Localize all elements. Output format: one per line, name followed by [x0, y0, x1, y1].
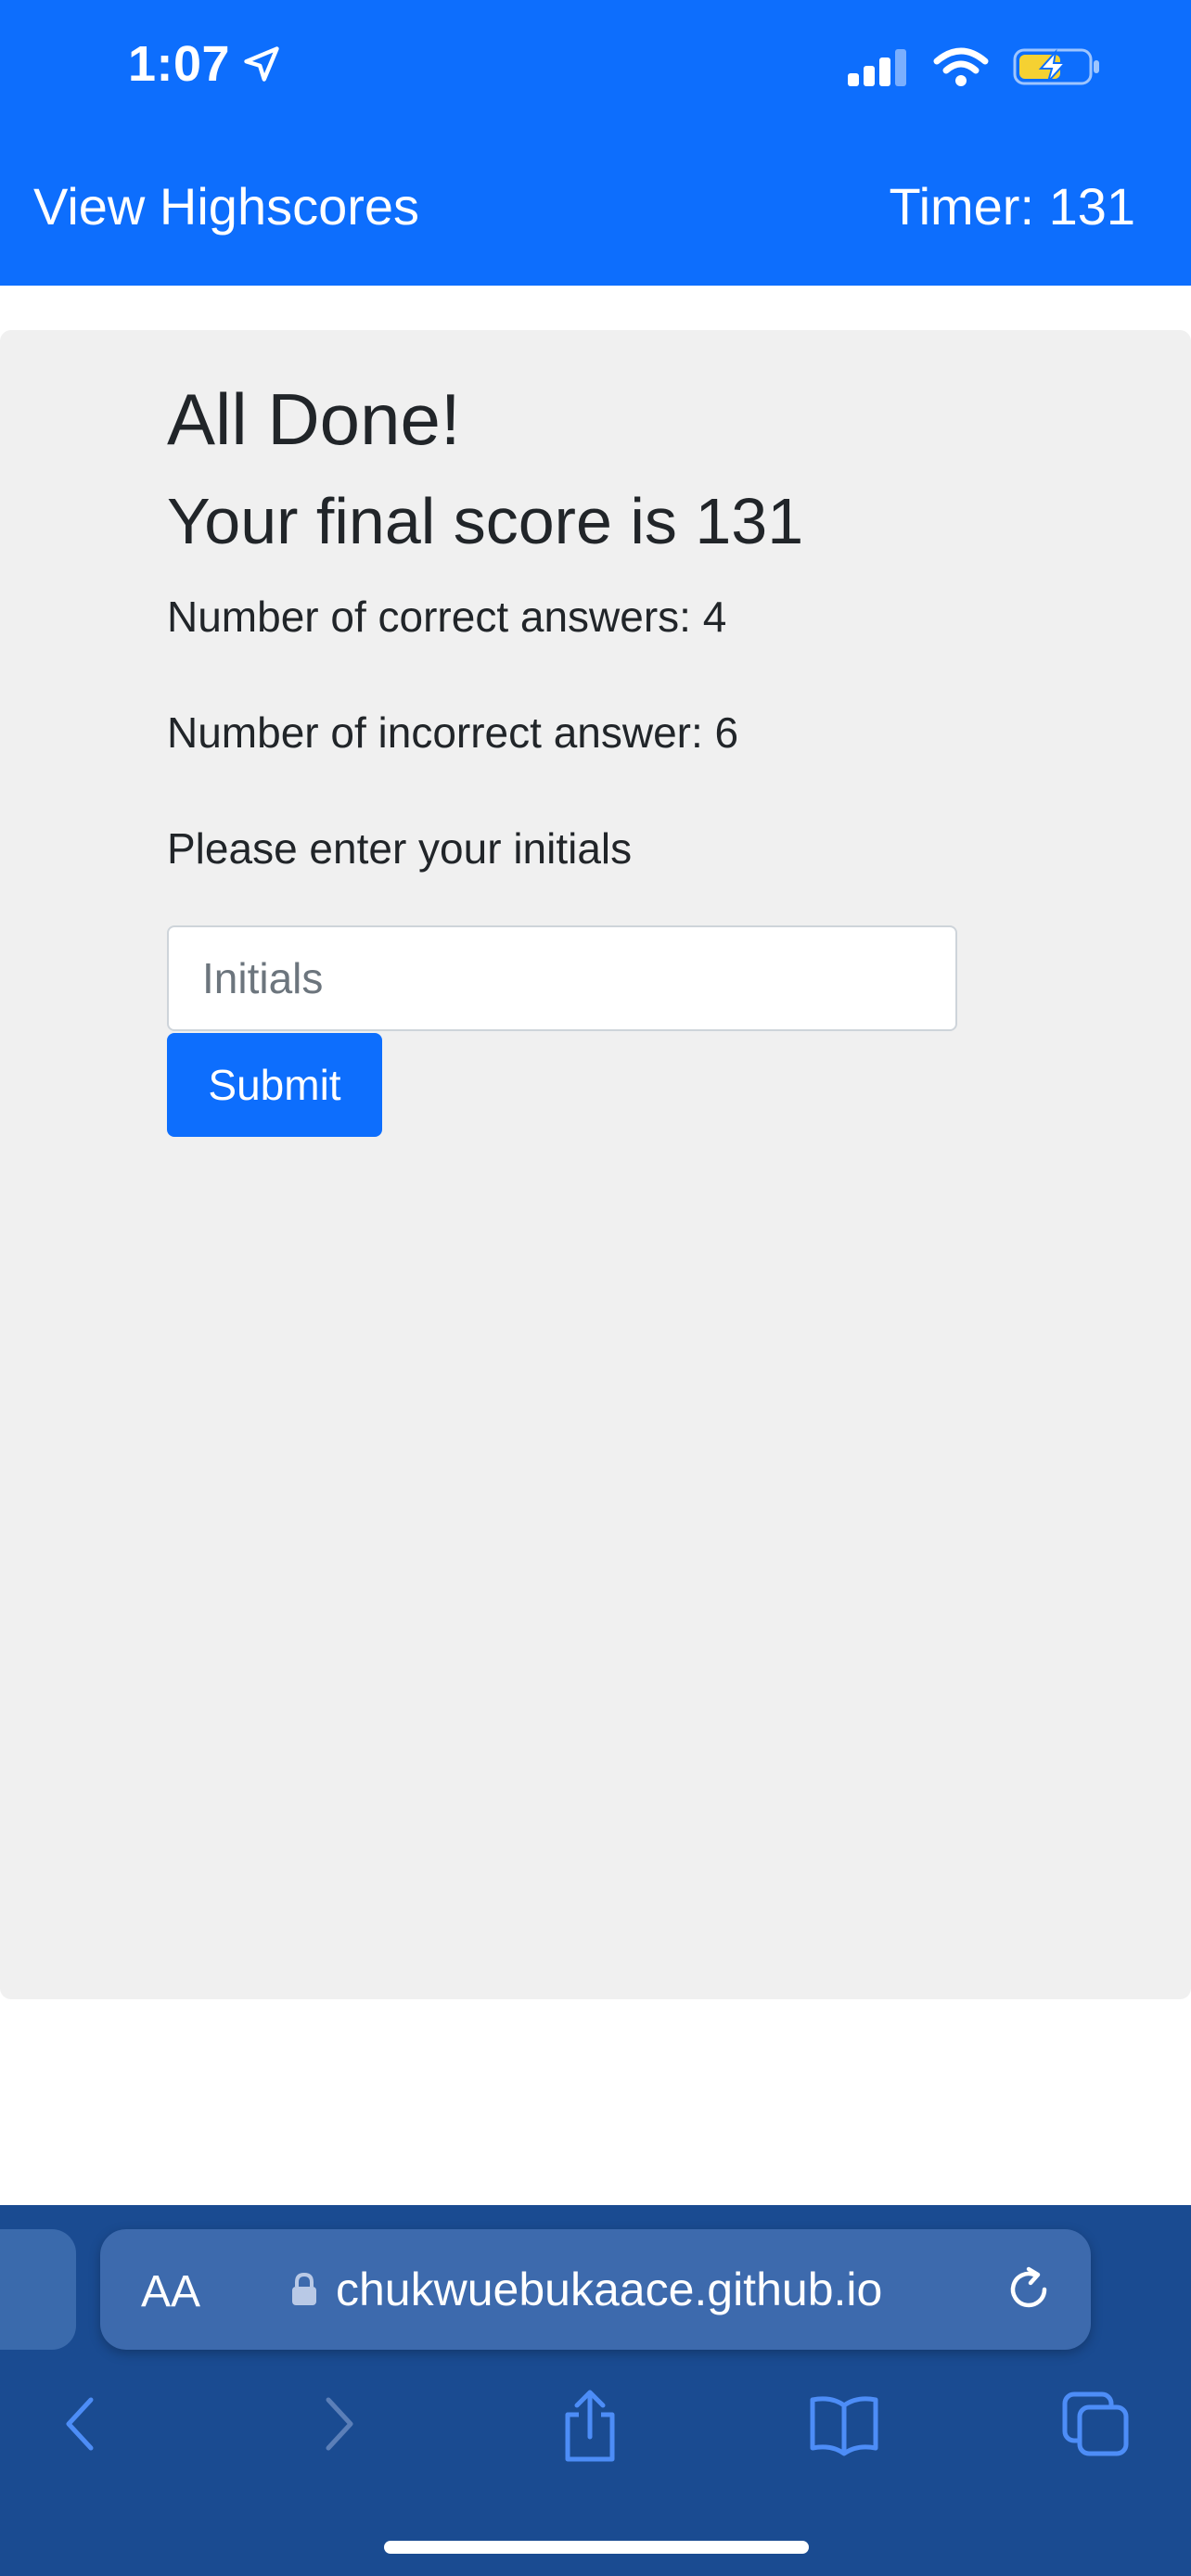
final-score-heading: Your final score is 131	[167, 484, 804, 557]
status-bar-time: 1:07	[128, 35, 282, 93]
forward-icon[interactable]	[319, 2387, 360, 2461]
browser-bottom-bar: AA chukwuebukaace.github.io	[0, 2205, 1191, 2576]
page-title: All Done!	[167, 378, 461, 460]
correct-answers-text: Number of correct answers: 4	[167, 592, 727, 641]
wifi-icon	[933, 47, 989, 86]
browser-toolbar	[0, 2387, 1191, 2498]
tabs-icon[interactable]	[1061, 2387, 1132, 2461]
timer-display: Timer: 131	[889, 177, 1135, 236]
status-bar-icons	[848, 46, 1102, 87]
header-row: View Highscores Timer: 131	[0, 167, 1191, 250]
results-card: All Done! Your final score is 131 Number…	[0, 330, 1191, 1999]
initials-prompt: Please enter your initials	[167, 823, 633, 873]
initials-input[interactable]	[167, 925, 957, 1031]
text-size-button[interactable]: AA	[141, 2266, 200, 2317]
text-size-label: AA	[141, 2267, 201, 2316]
submit-button[interactable]: Submit	[167, 1032, 382, 1137]
bookmarks-icon[interactable]	[807, 2387, 881, 2461]
battery-charging-icon	[1013, 48, 1099, 85]
reload-icon[interactable]	[1004, 2264, 1054, 2315]
view-highscores-link[interactable]: View Highscores	[33, 176, 419, 236]
status-time-text: 1:07	[128, 36, 231, 92]
share-icon[interactable]	[557, 2387, 623, 2465]
top-navbar: 1:07 View Highscores Timer: 131	[0, 0, 1191, 286]
url-display[interactable]: chukwuebukaace.github.io	[291, 2263, 882, 2316]
location-arrow-icon	[244, 46, 279, 82]
previous-tab-preview[interactable]	[0, 2229, 76, 2350]
lock-icon	[292, 2272, 316, 2305]
signal-icon	[848, 49, 906, 86]
incorrect-answers-text: Number of incorrect answer: 6	[167, 708, 739, 757]
address-bar[interactable]: AA chukwuebukaace.github.io	[100, 2229, 1091, 2350]
results-content: All Done! Your final score is 131 Number…	[167, 378, 1002, 1137]
back-icon[interactable]	[59, 2387, 100, 2461]
url-text: chukwuebukaace.github.io	[336, 2264, 883, 2315]
home-indicator	[384, 2541, 809, 2554]
